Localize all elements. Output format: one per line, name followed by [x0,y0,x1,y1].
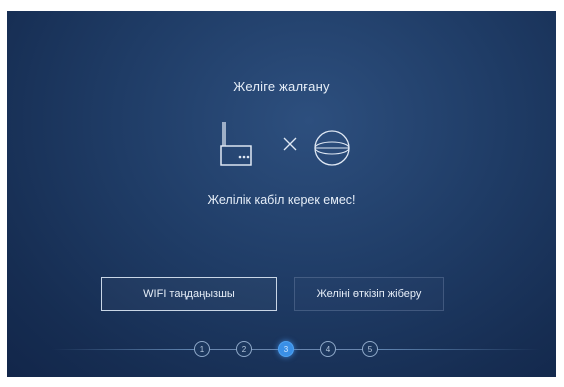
globe-icon [314,130,350,166]
step-2: 2 [236,341,252,357]
router-icon [220,122,252,166]
stepper-line-right [370,349,540,350]
no-cable-message: Желілік кабіл керек емес! [207,193,356,207]
select-wifi-button[interactable]: WIFI таңдаңызшы [101,277,277,311]
step-4: 4 [320,341,336,357]
skip-network-button[interactable]: Желіні өткізіп жіберу [294,277,444,311]
connection-illustration [7,119,556,169]
step-5: 5 [362,341,378,357]
step-3-current: 3 [278,341,294,357]
step-1: 1 [194,341,210,357]
stepper-line-left [52,349,202,350]
x-icon [283,137,297,151]
progress-stepper: 1 2 3 4 5 [7,340,556,360]
page-title: Желіге жалғану [233,79,330,94]
setup-screen: Желіге жалғану Желілік кабіл керек емес!… [7,11,556,377]
